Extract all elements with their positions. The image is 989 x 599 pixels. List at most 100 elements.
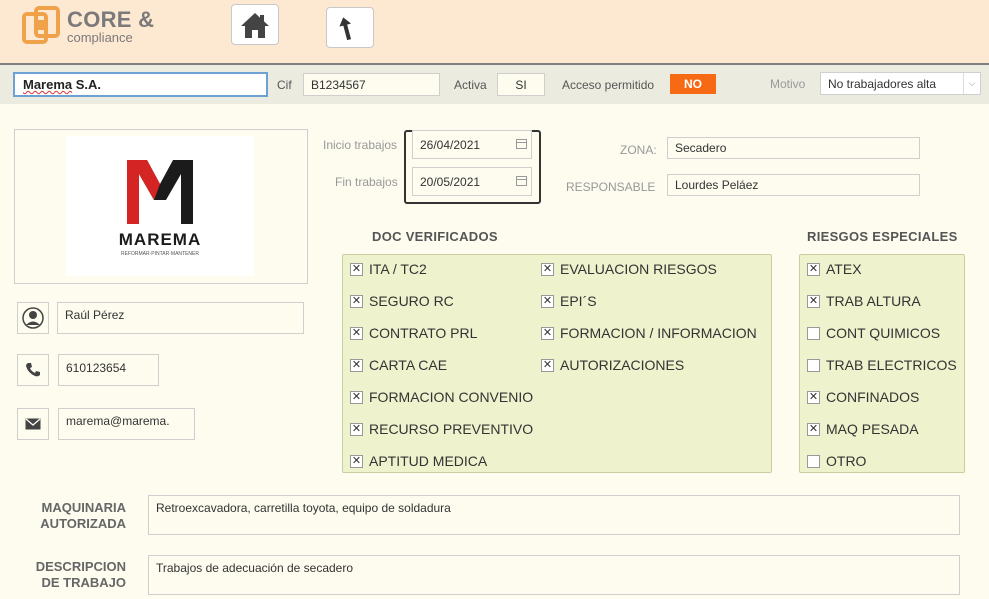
checklist-item-label: ATEX: [826, 261, 862, 277]
doc-verificados-title: DOC VERIFICADOS: [372, 229, 498, 244]
checklist-item[interactable]: ✕ ATEX: [807, 261, 862, 277]
contact-phone-field[interactable]: 610123654: [58, 354, 159, 386]
checkbox-checked[interactable]: ✕: [541, 262, 554, 276]
company-name-part1: Marema: [23, 77, 73, 92]
company-name-part2: S.A.: [72, 77, 102, 92]
checkbox-checked[interactable]: ✕: [541, 358, 554, 372]
checklist-item-label: OTRO: [826, 453, 867, 469]
logo-brand-text: MAREMA: [118, 229, 202, 249]
checklist-item-label: APTITUD MEDICA: [369, 453, 488, 469]
checkbox-unchecked[interactable]: [807, 454, 820, 468]
checklist-item-label: ITA / TC2: [369, 261, 427, 277]
user-icon-box: [17, 302, 49, 334]
maquinaria-label: MAQUINARIA AUTORIZADA: [20, 500, 126, 532]
maquinaria-label-line1: MAQUINARIA: [41, 500, 127, 515]
contact-email-field[interactable]: marema@marema.: [58, 408, 195, 440]
activa-label: Activa: [454, 78, 487, 92]
activa-field[interactable]: SI: [497, 73, 545, 96]
back-button[interactable]: [326, 7, 374, 48]
checklist-item[interactable]: ✕ SEGURO RC: [350, 293, 454, 309]
company-name-field[interactable]: Marema S.A.: [13, 72, 268, 97]
checklist-item[interactable]: CONT QUIMICOS: [807, 325, 940, 341]
checklist-item-label: FORMACION / INFORMACION: [560, 325, 757, 341]
descripcion-label: DESCRIPCION DE TRABAJO: [20, 559, 126, 591]
checkbox-checked[interactable]: ✕: [350, 294, 363, 308]
responsable-label: RESPONSABLE: [566, 180, 656, 194]
end-date-field[interactable]: 20/05/2021: [412, 167, 532, 196]
checkbox-checked[interactable]: ✕: [541, 294, 554, 308]
checklist-item-label: SEGURO RC: [369, 293, 454, 309]
logo-subtitle: compliance: [67, 30, 133, 45]
checkbox-checked[interactable]: ✕: [807, 262, 820, 276]
zona-label: ZONA:: [620, 143, 657, 157]
motivo-select[interactable]: No trabajadores alta ⌵: [820, 72, 981, 95]
checklist-item[interactable]: ✕ CONFINADOS: [807, 389, 919, 405]
checkbox-checked[interactable]: ✕: [350, 262, 363, 276]
phone-icon-box: [17, 354, 49, 386]
contact-name-field[interactable]: Raúl Pérez: [57, 302, 304, 334]
checkbox-checked[interactable]: ✕: [350, 390, 363, 404]
checklist-item-label: CONTRATO PRL: [369, 325, 478, 341]
checklist-item-label: RECURSO PREVENTIVO: [369, 421, 534, 437]
checkbox-checked[interactable]: ✕: [350, 326, 363, 340]
end-date-value: 20/05/2021: [420, 174, 481, 189]
checkbox-checked[interactable]: ✕: [350, 454, 363, 468]
checkbox-checked[interactable]: ✕: [541, 326, 554, 340]
checklist-item-label: MAQ PESADA: [826, 421, 919, 437]
checkbox-unchecked[interactable]: [807, 358, 820, 372]
checkbox-checked[interactable]: ✕: [807, 294, 820, 308]
motivo-value: No trabajadores alta: [828, 76, 937, 91]
maquinaria-field[interactable]: Retroexcavadora, carretilla toyota, equi…: [148, 495, 960, 535]
chevron-down-icon[interactable]: ⌵: [963, 73, 980, 94]
descripcion-label-line1: DESCRIPCION: [35, 559, 126, 574]
maquinaria-label-line2: AUTORIZADA: [40, 516, 126, 531]
checklist-item-label: CONFINADOS: [826, 389, 920, 405]
start-date-field[interactable]: 26/04/2021: [412, 130, 532, 159]
end-date-label: Fin trabajos: [335, 175, 398, 189]
checklist-item-label: CARTA CAE: [369, 357, 448, 373]
descripcion-field[interactable]: Trabajos de adecuación de secadero: [148, 555, 960, 595]
start-date-label: Inicio trabajos: [323, 138, 398, 152]
checklist-item[interactable]: ✕ RECURSO PREVENTIVO: [350, 421, 533, 437]
checklist-item[interactable]: ✕ AUTORIZACIONES: [541, 357, 684, 373]
checklist-item-label: CONT QUIMICOS: [826, 325, 941, 341]
checklist-item[interactable]: ✕ APTITUD MEDICA: [350, 453, 487, 469]
calendar-icon[interactable]: [516, 139, 527, 149]
checklist-item[interactable]: TRAB ELECTRICOS: [807, 357, 957, 373]
cif-field[interactable]: B1234567: [303, 73, 440, 96]
checkbox-checked[interactable]: ✕: [807, 390, 820, 404]
checklist-item-label: AUTORIZACIONES: [560, 357, 685, 373]
checklist-item-label: FORMACION CONVENIO: [369, 389, 534, 405]
checkbox-checked[interactable]: ✕: [350, 358, 363, 372]
marema-logo-icon: [127, 159, 193, 224]
checklist-item[interactable]: ✕ EPI´S: [541, 293, 597, 309]
start-date-value: 26/04/2021: [420, 137, 481, 152]
motivo-label: Motivo: [770, 77, 806, 91]
back-arrow-icon: [339, 16, 352, 40]
checklist-item[interactable]: ✕ FORMACION CONVENIO: [350, 389, 533, 405]
checklist-item[interactable]: ✕ CONTRATO PRL: [350, 325, 477, 341]
mail-icon-box: [17, 408, 49, 440]
cif-label: Cif: [277, 78, 292, 92]
checklist-item-label: TRAB ELECTRICOS: [826, 357, 957, 373]
checkbox-checked[interactable]: ✕: [350, 422, 363, 436]
checklist-item[interactable]: ✕ MAQ PESADA: [807, 421, 919, 437]
checkbox-checked[interactable]: ✕: [807, 422, 820, 436]
checkbox-unchecked[interactable]: [807, 326, 820, 340]
checklist-item[interactable]: OTRO: [807, 453, 866, 469]
checklist-item[interactable]: ✕ FORMACION / INFORMACION: [541, 325, 757, 341]
checklist-item[interactable]: ✕ ITA / TC2: [350, 261, 427, 277]
home-button[interactable]: [231, 4, 279, 45]
calendar-icon[interactable]: [516, 176, 527, 186]
user-icon: [22, 307, 44, 329]
checklist-item[interactable]: ✕ TRAB ALTURA: [807, 293, 921, 309]
checklist-item-label: EPI´S: [560, 293, 597, 309]
checklist-item[interactable]: ✕ CARTA CAE: [350, 357, 447, 373]
zona-field[interactable]: Secadero: [667, 137, 920, 159]
acceso-status-badge[interactable]: NO: [670, 74, 716, 94]
company-logo: MAREMA REFORMAR·PINTAR·MANTENER: [66, 136, 254, 276]
responsable-field[interactable]: Lourdes Peláez: [667, 174, 920, 196]
mail-icon: [25, 418, 41, 430]
descripcion-label-line2: DE TRABAJO: [41, 575, 126, 590]
checklist-item[interactable]: ✕ EVALUACION RIESGOS: [541, 261, 717, 277]
